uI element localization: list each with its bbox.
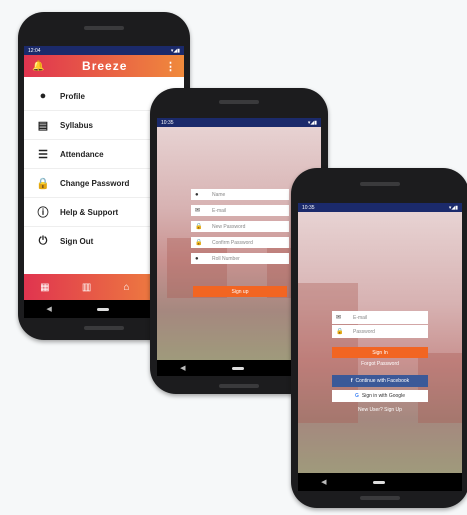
roll-number-field[interactable]: ● Roll Number xyxy=(191,253,289,264)
name-field[interactable]: ● Name xyxy=(191,189,289,200)
google-icon: G xyxy=(355,393,359,399)
field-placeholder: E-mail xyxy=(353,314,368,321)
list-icon: ☰ xyxy=(38,148,48,161)
menu-item-label: Sign Out xyxy=(60,237,94,246)
back-icon[interactable]: ◀ xyxy=(46,305,51,313)
person-icon: ● xyxy=(39,90,47,102)
speaker xyxy=(84,26,124,30)
calendar-icon[interactable]: ▦ xyxy=(40,282,49,293)
field-placeholder: Name xyxy=(212,191,226,198)
back-icon[interactable]: ◀ xyxy=(321,478,326,486)
system-nav-bar: ◀ xyxy=(298,473,462,491)
email-field[interactable]: ✉ E-mail xyxy=(332,311,428,324)
field-placeholder: Confirm Password xyxy=(212,239,253,246)
lock-icon: 🔒 xyxy=(195,240,203,246)
menu-item-label: Profile xyxy=(60,91,85,101)
new-user-sign-up-link[interactable]: New User? Sign Up xyxy=(332,407,428,413)
phone-login: 10:35 ▾◢▮ ✉ E-mail 🔒 Password Sign In Fo… xyxy=(291,168,467,508)
field-placeholder: Roll Number xyxy=(212,255,240,262)
mail-icon: ✉ xyxy=(336,315,342,321)
bell-icon[interactable]: 🔔 xyxy=(32,61,44,72)
status-time: 10:35 xyxy=(161,119,174,126)
forgot-password-link[interactable]: Forgot Password xyxy=(332,361,428,367)
menu-item-label: Change Password xyxy=(60,178,130,188)
lock-icon: 🔒 xyxy=(36,177,50,190)
app-title: Breeze xyxy=(82,59,128,73)
menu-item-label: Help & Support xyxy=(60,207,119,217)
signal-icon: ▾◢▮ xyxy=(170,47,180,54)
status-bar: 12:04 ▾◢▮ xyxy=(24,46,184,55)
clipboard-icon: ▤ xyxy=(37,119,49,132)
sign-in-button[interactable]: Sign In xyxy=(332,347,428,358)
password-field[interactable]: 🔒 Password xyxy=(332,325,428,338)
status-bar: 10:35 ▾◢▮ xyxy=(157,118,321,127)
speaker xyxy=(219,100,259,104)
field-placeholder: New Password xyxy=(212,223,246,230)
home-pill-icon[interactable] xyxy=(96,307,109,311)
confirm-password-field[interactable]: 🔒 Confirm Password xyxy=(191,237,289,248)
more-vert-icon[interactable]: ⋮ xyxy=(165,60,176,73)
new-password-field[interactable]: 🔒 New Password xyxy=(191,221,289,232)
lock-icon: 🔒 xyxy=(336,329,344,335)
card-icon[interactable]: ▥ xyxy=(82,282,91,293)
home-pill-icon[interactable] xyxy=(231,366,244,370)
field-placeholder: E-mail xyxy=(212,207,227,214)
speaker-bottom xyxy=(219,384,259,388)
status-time: 10:35 xyxy=(302,204,315,211)
status-bar: 10:35 ▾◢▮ xyxy=(298,203,462,212)
info-icon: ⓘ xyxy=(37,207,49,219)
signal-icon: ▾◢▮ xyxy=(448,204,458,211)
login-screen: 10:35 ▾◢▮ ✉ E-mail 🔒 Password Sign In Fo… xyxy=(298,203,462,491)
mail-icon: ✉ xyxy=(195,208,201,214)
google-button[interactable]: G Sign in with Google xyxy=(332,390,428,402)
speaker xyxy=(360,182,400,186)
person-icon: ● xyxy=(195,255,199,262)
home-pill-icon[interactable] xyxy=(372,480,385,484)
speaker-bottom xyxy=(360,496,400,500)
google-label: Sign in with Google xyxy=(361,393,405,399)
facebook-button[interactable]: f Continue with Facebook xyxy=(332,375,428,387)
status-time: 12:04 xyxy=(28,47,41,54)
menu-item-label: Attendance xyxy=(60,149,104,159)
menu-item-label: Syllabus xyxy=(60,120,93,130)
lock-icon: 🔒 xyxy=(195,224,203,230)
sign-up-button[interactable]: Sign up xyxy=(193,286,287,297)
app-header: 🔔 Breeze ⋮ xyxy=(24,55,184,77)
person-icon: ● xyxy=(195,191,199,198)
back-icon[interactable]: ◀ xyxy=(180,364,185,372)
facebook-icon: f xyxy=(350,378,353,384)
email-field[interactable]: ✉ E-mail xyxy=(191,205,289,216)
power-icon: ⏻ xyxy=(38,235,48,247)
facebook-label: Continue with Facebook xyxy=(355,378,410,384)
field-placeholder: Password xyxy=(353,328,375,335)
home-icon[interactable]: ⌂ xyxy=(124,282,130,293)
speaker-bottom xyxy=(84,326,124,330)
signal-icon: ▾◢▮ xyxy=(307,119,317,126)
